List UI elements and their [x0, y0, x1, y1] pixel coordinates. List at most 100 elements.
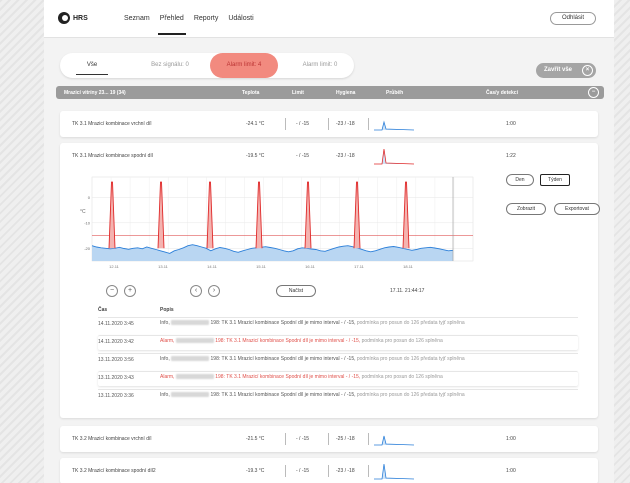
temperature-chart[interactable]: 0 -10 -20 °C 12.11 13.11 14.11 15.11 16.11 17.11 1…: [78, 173, 478, 273]
row-sparkline: [374, 463, 414, 480]
nav-item-reporty[interactable]: Reporty: [194, 15, 219, 22]
redacted-text: [171, 320, 210, 326]
table-row[interactable]: TK 3.1 Mrazicí kombinace vrchní díl -24.…: [60, 111, 598, 137]
x-tick-label: 13.11: [158, 264, 168, 269]
zoom-in-button[interactable]: +: [124, 285, 136, 297]
log-type: Info,: [160, 356, 172, 362]
close-all-button[interactable]: Zavřít vše ×: [536, 63, 596, 78]
day-button[interactable]: Den: [506, 174, 534, 186]
row-time: 1:00: [506, 468, 516, 474]
log-row[interactable]: 13.11.2020 3:36 Info, 198: TK 3.1 Mrazicí…: [98, 389, 578, 404]
row-limit: - / -15: [296, 121, 310, 127]
log-description: Info, 198: TK 3.1 Mrazicí kombinace Spod…: [160, 320, 570, 326]
row-limit: - / -15: [296, 153, 310, 159]
log-time: 14.11.2020 3:45: [98, 321, 134, 327]
table-header: Mrazicí vitríny 23... 19 (34) Teplota Li…: [56, 86, 604, 99]
prev-period-button[interactable]: ‹: [190, 285, 202, 297]
row-limit: - / -15: [296, 436, 310, 442]
x-tick-label: 15.11: [256, 264, 266, 269]
log-header-desc: Popis: [160, 307, 174, 313]
filter-tabs: Vše Bez signálu: 0 Alarm limit: 4 Alarm …: [60, 53, 354, 78]
log-type: Alarm,: [160, 374, 176, 380]
row-sparkline: [374, 148, 414, 165]
collapse-icon[interactable]: −: [588, 87, 599, 98]
log-tail: podmínka pro posun do 126 předata tyjť s…: [356, 356, 465, 362]
log-time: 13.11.2020 3:43: [98, 375, 134, 381]
x-tick-label: 14.11: [207, 264, 217, 269]
row-time: 1:22: [506, 153, 516, 159]
log-text: 198: TK 3.1 Mrazicí kombinace Spodní díl…: [213, 338, 362, 344]
redacted-text: [171, 356, 210, 362]
log-row[interactable]: 14.11.2020 3:42 Alarm, 198: TK 3.1 Mrazic…: [98, 335, 578, 350]
row-hygiene: -23 / -18: [336, 153, 355, 159]
log-row[interactable]: 13.11.2020 3:43 Alarm, 198: TK 3.1 Mrazic…: [98, 371, 578, 386]
logout-button[interactable]: Odhlásit: [550, 12, 596, 25]
row-name: TK 3.1 Mrazicí kombinace spodní díl: [72, 153, 153, 159]
divider: [285, 465, 286, 477]
row-temp: -24.1 °C: [246, 121, 265, 127]
redacted-text: [175, 338, 214, 344]
redacted-text: [175, 374, 214, 380]
divider: [328, 465, 329, 477]
logo[interactable]: HRS: [58, 12, 88, 24]
table-row[interactable]: TK 3.2 Mrazicí kombinace vrchní díl -21.…: [60, 426, 598, 452]
row-limit: - / -15: [296, 468, 310, 474]
log-time: 13.11.2020 3:56: [98, 357, 134, 363]
divider: [328, 433, 329, 445]
log-text: 198: TK 3.1 Mrazicí kombinace Spodní díl…: [209, 356, 357, 362]
show-button[interactable]: Zobrazit: [506, 203, 546, 215]
x-tick-label: 18.11: [403, 264, 413, 269]
close-icon: ×: [582, 65, 593, 76]
log-time: 13.11.2020 3:36: [98, 393, 134, 399]
y-tick-label: -10: [84, 220, 91, 225]
row-temp: -21.5 °C: [246, 436, 265, 442]
log-text: 198: TK 3.1 Mrazicí kombinace Spodní díl…: [209, 320, 357, 326]
export-button[interactable]: Exportovat: [554, 203, 600, 215]
divider: [328, 118, 329, 130]
log-tail: podmínka pro posun do 126 splněna: [361, 338, 443, 344]
load-button[interactable]: Načíst: [276, 285, 316, 297]
next-period-button[interactable]: ›: [208, 285, 220, 297]
y-tick-label: -20: [84, 246, 91, 251]
row-hygiene: -23 / -18: [336, 468, 355, 474]
row-sparkline: [374, 435, 414, 446]
log-tail: podmínka pro posun do 126 splněna: [361, 374, 443, 380]
filter-tab-no-signal[interactable]: Bez signálu: 0: [140, 53, 200, 78]
y-tick-label: 0: [88, 195, 91, 200]
x-tick-label: 16.11: [305, 264, 315, 269]
zoom-out-button[interactable]: −: [106, 285, 118, 297]
row-name: TK 3.2 Mrazicí kombinace vrchní díl: [72, 436, 152, 442]
row-name: TK 3.1 Mrazicí kombinace vrchní díl: [72, 121, 152, 127]
log-tail: podmínka pro posun do 126 předata tyjť s…: [356, 320, 465, 326]
log-type: Info,: [160, 320, 172, 326]
week-button[interactable]: Týden: [540, 174, 570, 186]
log-time: 14.11.2020 3:42: [98, 339, 134, 345]
header-trend: Průběh: [386, 90, 404, 96]
table-row[interactable]: TK 3.2 Mrazicí kombinace spodní díl2 -19…: [60, 458, 598, 483]
filter-tab-all[interactable]: Vše: [72, 53, 112, 78]
nav-item-seznam[interactable]: Seznam: [124, 15, 150, 22]
filter-tab-alarm[interactable]: Alarm limit: 4: [210, 53, 278, 78]
header-time: Čas/y detekcí: [486, 90, 518, 96]
nav-item-udalosti[interactable]: Události: [228, 15, 253, 22]
log-type: Info,: [160, 392, 172, 398]
log-tail: podmínka pro posun do 126 předata tyjť s…: [356, 392, 465, 398]
close-all-label: Zavřít vše: [544, 67, 573, 73]
row-hygiene: -25 / -18: [336, 436, 355, 442]
log-description: Info, 198: TK 3.1 Mrazicí kombinace Spod…: [160, 356, 570, 362]
log-description: Alarm, 198: TK 3.1 Mrazicí kombinace Spo…: [160, 338, 570, 344]
top-bar: HRS Seznam Přehled Reporty Události Odhl…: [44, 0, 614, 38]
row-sparkline: [374, 120, 414, 131]
row-time: 1:00: [506, 121, 516, 127]
nav-item-prehled[interactable]: Přehled: [157, 15, 186, 35]
divider: [368, 433, 369, 445]
log-row[interactable]: 13.11.2020 3:56 Info, 198: TK 3.1 Mrazicí…: [98, 353, 578, 368]
divider: [285, 433, 286, 445]
row-hygiene: -23 / -18: [336, 121, 355, 127]
divider: [368, 118, 369, 130]
x-tick-label: 17.11: [354, 264, 364, 269]
filter-tab-alarm-secondary[interactable]: Alarm limit: 0: [290, 53, 350, 78]
log-row[interactable]: 14.11.2020 3:45 Info, 198: TK 3.1 Mrazicí…: [98, 317, 578, 332]
log-type: Alarm,: [160, 338, 176, 344]
log-text: 198: TK 3.1 Mrazicí kombinace Spodní díl…: [213, 374, 362, 380]
